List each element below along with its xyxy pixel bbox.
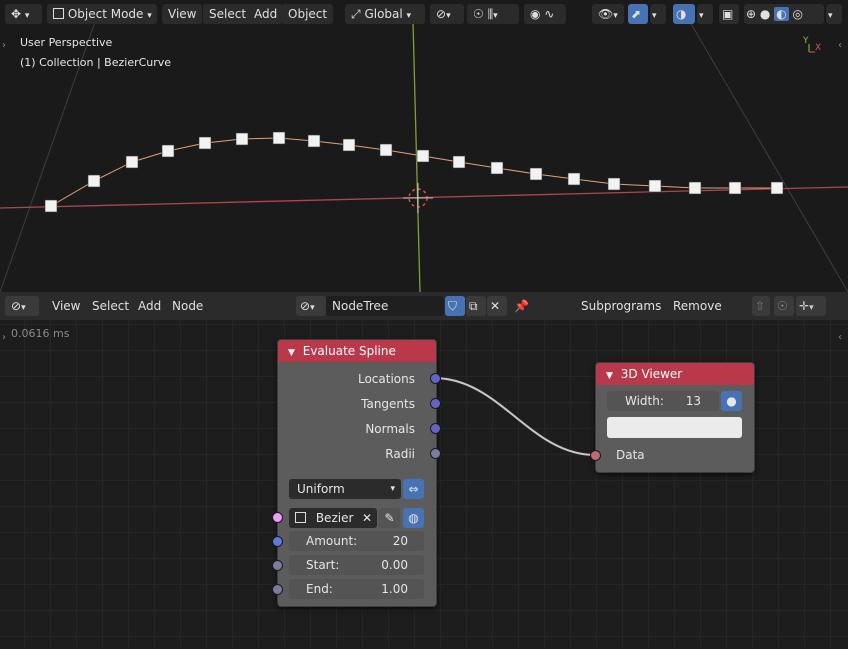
output-normals-label: Normals (365, 422, 415, 436)
viewer-toggle[interactable]: ● (721, 391, 742, 411)
socket-amount-input[interactable] (272, 536, 283, 547)
chevron-down-icon: ▾ (390, 484, 395, 494)
socket-data-input[interactable] (590, 450, 601, 461)
width-label: Width: (625, 394, 664, 408)
node-link (433, 377, 596, 456)
collapse-arrow-icon[interactable]: ▼ (288, 348, 295, 358)
end-field[interactable]: End: 1.00 (289, 579, 424, 599)
eyedropper-icon: ✎ (384, 511, 395, 525)
collapse-arrow-icon[interactable]: ▼ (606, 371, 613, 381)
output-locations-label: Locations (357, 372, 415, 386)
arrows-horizontal-icon: ⇔ (408, 482, 419, 496)
socket-tangents[interactable] (430, 398, 441, 409)
amount-value: 20 (392, 534, 408, 548)
socket-end-input[interactable] (272, 584, 283, 595)
eyedropper-button[interactable]: ✎ (379, 508, 400, 528)
dot-icon: ● (726, 394, 737, 408)
amount-label: Amount: (306, 534, 358, 548)
start-label: Start: (306, 558, 340, 572)
node-header[interactable]: ▼ 3D Viewer (596, 363, 754, 385)
node-title: 3D Viewer (620, 367, 683, 381)
output-radii-label: Radii (385, 447, 415, 461)
socket-normals[interactable] (430, 423, 441, 434)
start-field[interactable]: Start: 0.00 (289, 555, 424, 575)
end-value: 1.00 (381, 582, 408, 596)
amount-field[interactable]: Amount: 20 (289, 531, 424, 551)
object-field[interactable]: Bezier ✕ (289, 508, 377, 528)
socket-object-input[interactable] (272, 512, 283, 523)
node-title: Evaluate Spline (302, 344, 396, 358)
width-value: 13 (685, 394, 701, 408)
socket-radii[interactable] (430, 448, 441, 459)
viewer-node[interactable]: ▼ 3D Viewer Width: 13 ● Data (595, 362, 755, 473)
globe-icon: ◍ (408, 511, 419, 525)
input-data-label: Data (616, 448, 645, 462)
socket-start-input[interactable] (272, 560, 283, 571)
global-space-toggle[interactable]: ◍ (403, 508, 424, 528)
width-field[interactable]: Width: 13 (607, 391, 719, 411)
end-label: End: (306, 582, 333, 596)
color-swatch[interactable] (607, 417, 742, 438)
socket-locations[interactable] (430, 373, 441, 384)
curve-object-icon (295, 512, 306, 523)
resample-toggle[interactable]: ⇔ (403, 479, 424, 499)
output-tangents-label: Tangents (361, 397, 415, 411)
object-value: Bezier (315, 511, 354, 525)
evaluate-spline-node[interactable]: ▼ Evaluate Spline Locations Tangents Nor… (277, 339, 437, 607)
clear-icon[interactable]: ✕ (362, 508, 372, 528)
start-value: 0.00 (381, 558, 408, 572)
mode-dropdown[interactable]: Uniform ▾ (289, 479, 401, 499)
node-header[interactable]: ▼ Evaluate Spline (278, 340, 436, 362)
mode-value: Uniform (297, 482, 345, 496)
